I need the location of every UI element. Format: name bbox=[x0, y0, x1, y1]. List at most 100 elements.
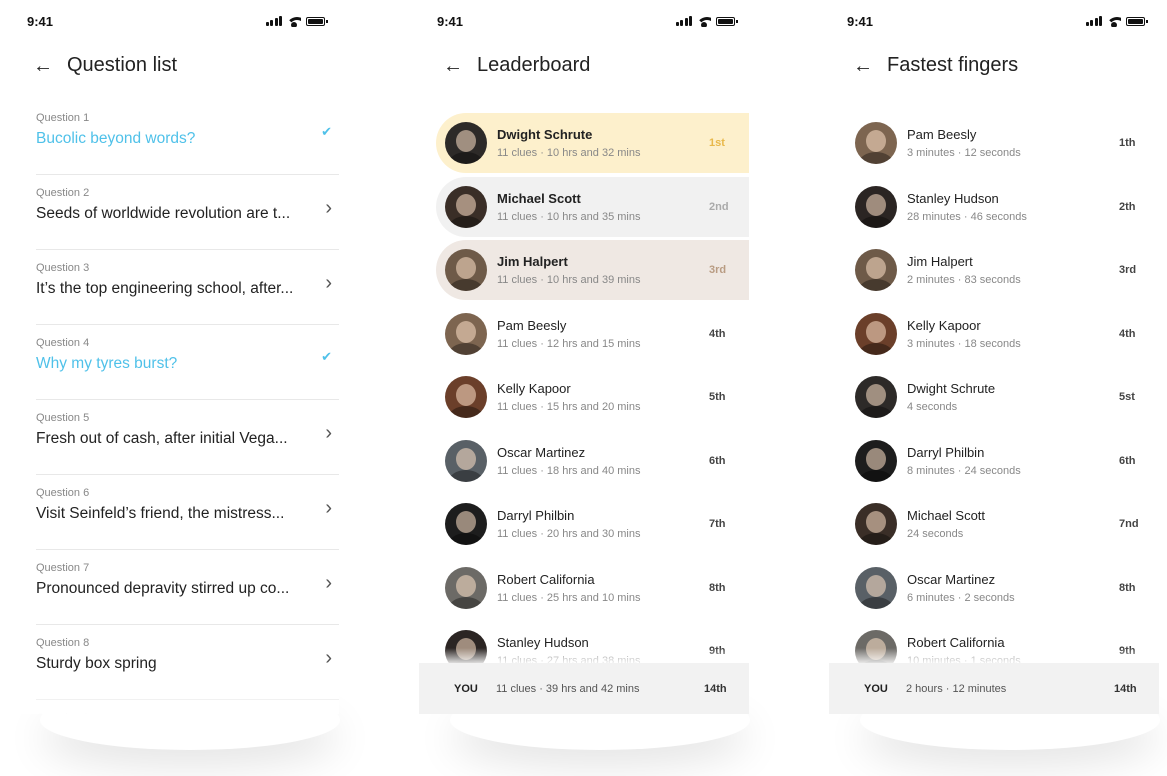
player-rank: 6th bbox=[709, 454, 726, 467]
player-stats: 6 minutes · 2 seconds bbox=[907, 591, 1015, 604]
avatar bbox=[855, 376, 897, 418]
battery-icon bbox=[716, 16, 738, 26]
question-item[interactable]: Question 2 Seeds of worldwide revolution … bbox=[36, 175, 339, 250]
player-stats: 11 clues · 20 hrs and 30 mins bbox=[497, 528, 641, 540]
player-name: Robert California bbox=[497, 571, 595, 587]
you-label: YOU bbox=[864, 682, 888, 695]
player-info: Pam Beesly 3 minutes · 12 seconds bbox=[907, 127, 1119, 159]
avatar bbox=[445, 566, 487, 609]
leaderboard-row[interactable]: Jim Halpert 11 clues · 10 hrs and 39 mins… bbox=[436, 240, 749, 300]
player-info: Michael Scott 11 clues · 10 hrs and 35 mi… bbox=[497, 191, 709, 223]
battery-icon bbox=[1126, 16, 1148, 26]
leaderboard-row[interactable]: Kelly Kapoor 11 clues · 15 hrs and 20 min… bbox=[436, 367, 749, 427]
player-name: Dwight Schrute bbox=[907, 381, 996, 396]
question-item[interactable]: Question 5 Fresh out of cash, after initi… bbox=[36, 400, 339, 475]
player-stats: 8 minutes · 24 seconds bbox=[907, 464, 1021, 477]
status-time: 9:41 bbox=[27, 13, 54, 29]
player-stats: 4 seconds bbox=[907, 401, 958, 413]
question-item[interactable]: Question 8 Sturdy box spring › bbox=[36, 625, 339, 700]
leaderboard-row[interactable]: Oscar Martinez 11 clues · 18 hrs and 40 m… bbox=[436, 431, 749, 491]
question-number: Question 7 bbox=[36, 562, 90, 574]
question-number: Question 8 bbox=[36, 637, 90, 649]
player-info: Oscar Martinez 11 clues · 18 hrs and 40 m… bbox=[497, 445, 709, 477]
list-fade bbox=[9, 690, 339, 714]
question-list: Question 1 Bucolic beyond words? ✔ Question… bbox=[36, 100, 339, 714]
player-name: Oscar Martinez bbox=[497, 444, 586, 460]
avatar bbox=[855, 122, 897, 164]
leaderboard-row[interactable]: Stanley Hudson 28 minutes · 46 seconds 2th bbox=[846, 177, 1159, 237]
status-icons bbox=[1085, 16, 1148, 27]
avatar bbox=[855, 439, 897, 482]
list-fade bbox=[419, 648, 749, 664]
leaderboard-row[interactable]: Pam Beesly 11 clues · 12 hrs and 15 mins 4… bbox=[436, 304, 749, 364]
check-icon: ✔ bbox=[321, 124, 332, 139]
player-stats: 24 seconds bbox=[907, 528, 964, 540]
leaderboard-row[interactable]: Darryl Philbin 11 clues · 20 hrs and 30 m… bbox=[436, 494, 749, 554]
leaderboard-row[interactable]: Dwight Schrute 11 clues · 10 hrs and 32 m… bbox=[436, 113, 749, 173]
fastest-fingers-screen: 9:41 ← Fastest fingers Pam Beesly 3 minut… bbox=[829, 0, 1159, 714]
question-text: Why my tyres burst? bbox=[36, 355, 178, 372]
player-name: Jim Halpert bbox=[497, 254, 568, 269]
leaderboard-row[interactable]: Dwight Schrute 4 seconds 5st bbox=[846, 367, 1159, 427]
leaderboard-row[interactable]: Pam Beesly 3 minutes · 12 seconds 1th bbox=[846, 113, 1159, 173]
leaderboard-row[interactable]: Oscar Martinez 6 minutes · 2 seconds 8th bbox=[846, 558, 1159, 618]
player-name: Oscar Martinez bbox=[907, 571, 996, 587]
check-icon: ✔ bbox=[321, 349, 332, 364]
leaderboard-row[interactable]: Kelly Kapoor 3 minutes · 18 seconds 4th bbox=[846, 304, 1159, 364]
leaderboard-screen: 9:41 ← Leaderboard Dwight Schrute 11 clue… bbox=[419, 0, 749, 714]
you-label: YOU bbox=[454, 682, 478, 695]
page-title: Fastest fingers bbox=[887, 54, 1019, 76]
avatar bbox=[445, 439, 487, 482]
leaderboard-row[interactable]: Robert California 11 clues · 25 hrs and 1… bbox=[436, 558, 749, 618]
player-info: Dwight Schrute 4 seconds bbox=[907, 381, 1119, 413]
leaderboard-row[interactable]: Michael Scott 11 clues · 10 hrs and 35 mi… bbox=[436, 176, 749, 237]
player-name: Jim Halpert bbox=[907, 254, 973, 269]
player-stats: 11 clues · 15 hrs and 20 mins bbox=[497, 401, 641, 413]
status-icons bbox=[265, 16, 328, 27]
leaderboard-row[interactable]: Darryl Philbin 8 minutes · 24 seconds 6th bbox=[846, 431, 1159, 491]
your-rank-bar: YOU 2 hours · 12 minutes 14th bbox=[829, 663, 1159, 714]
page-title: Question list bbox=[67, 54, 178, 76]
player-stats: 3 minutes · 12 seconds bbox=[907, 147, 1021, 159]
back-arrow-icon[interactable]: ← bbox=[853, 56, 873, 76]
question-item[interactable]: Question 3 It’s the top engineering schoo… bbox=[36, 250, 339, 325]
player-name: Dwight Schrute bbox=[497, 127, 593, 142]
avatar bbox=[445, 376, 487, 418]
player-rank: 8th bbox=[1119, 581, 1136, 594]
player-name: Kelly Kapoor bbox=[907, 317, 981, 333]
back-arrow-icon[interactable]: ← bbox=[33, 56, 53, 76]
question-number: Question 5 bbox=[36, 412, 90, 424]
player-name: Pam Beesly bbox=[497, 317, 567, 333]
question-number: Question 4 bbox=[36, 337, 90, 349]
leaderboard-row[interactable]: Michael Scott 24 seconds 7nd bbox=[846, 494, 1159, 554]
you-rank: 14th bbox=[704, 682, 727, 695]
avatar bbox=[855, 312, 897, 355]
signal-icon bbox=[675, 16, 692, 26]
you-rank: 14th bbox=[1114, 682, 1137, 695]
player-rank: 2th bbox=[1119, 200, 1136, 213]
player-rank: 5th bbox=[709, 391, 726, 403]
chevron-right-icon: › bbox=[325, 572, 332, 594]
question-item[interactable]: Question 6 Visit Seinfeld’s friend, the m… bbox=[36, 475, 339, 550]
player-rank: 1th bbox=[1119, 137, 1136, 149]
player-name: Darryl Philbin bbox=[907, 444, 985, 460]
wifi-icon bbox=[697, 16, 711, 27]
question-item[interactable]: Question 7 Pronounced depravity stirred u… bbox=[36, 550, 339, 625]
player-info: Darryl Philbin 8 minutes · 24 seconds bbox=[907, 445, 1119, 477]
player-info: Darryl Philbin 11 clues · 20 hrs and 30 m… bbox=[497, 508, 709, 540]
question-text: Pronounced depravity stirred up co... bbox=[36, 580, 290, 597]
player-stats: 3 minutes · 18 seconds bbox=[907, 337, 1021, 350]
back-arrow-icon[interactable]: ← bbox=[443, 56, 463, 76]
player-stats: 11 clues · 25 hrs and 10 mins bbox=[497, 591, 641, 604]
question-list-screen: 9:41 ← Question list Question 1 Bucolic b… bbox=[9, 0, 339, 714]
status-icons bbox=[675, 16, 738, 27]
status-time: 9:41 bbox=[437, 13, 464, 29]
leaderboard-row[interactable]: Jim Halpert 2 minutes · 83 seconds 3rd bbox=[846, 240, 1159, 300]
question-number: Question 2 bbox=[36, 187, 90, 199]
question-item[interactable]: Question 4 Why my tyres burst? ✔ bbox=[36, 325, 339, 400]
status-bar: 9:41 bbox=[847, 12, 1148, 30]
player-rank: 5st bbox=[1119, 391, 1135, 403]
question-item[interactable]: Question 1 Bucolic beyond words? ✔ bbox=[36, 100, 339, 175]
player-stats: 2 minutes · 83 seconds bbox=[907, 274, 1021, 286]
player-rank: 6th bbox=[1119, 454, 1136, 467]
